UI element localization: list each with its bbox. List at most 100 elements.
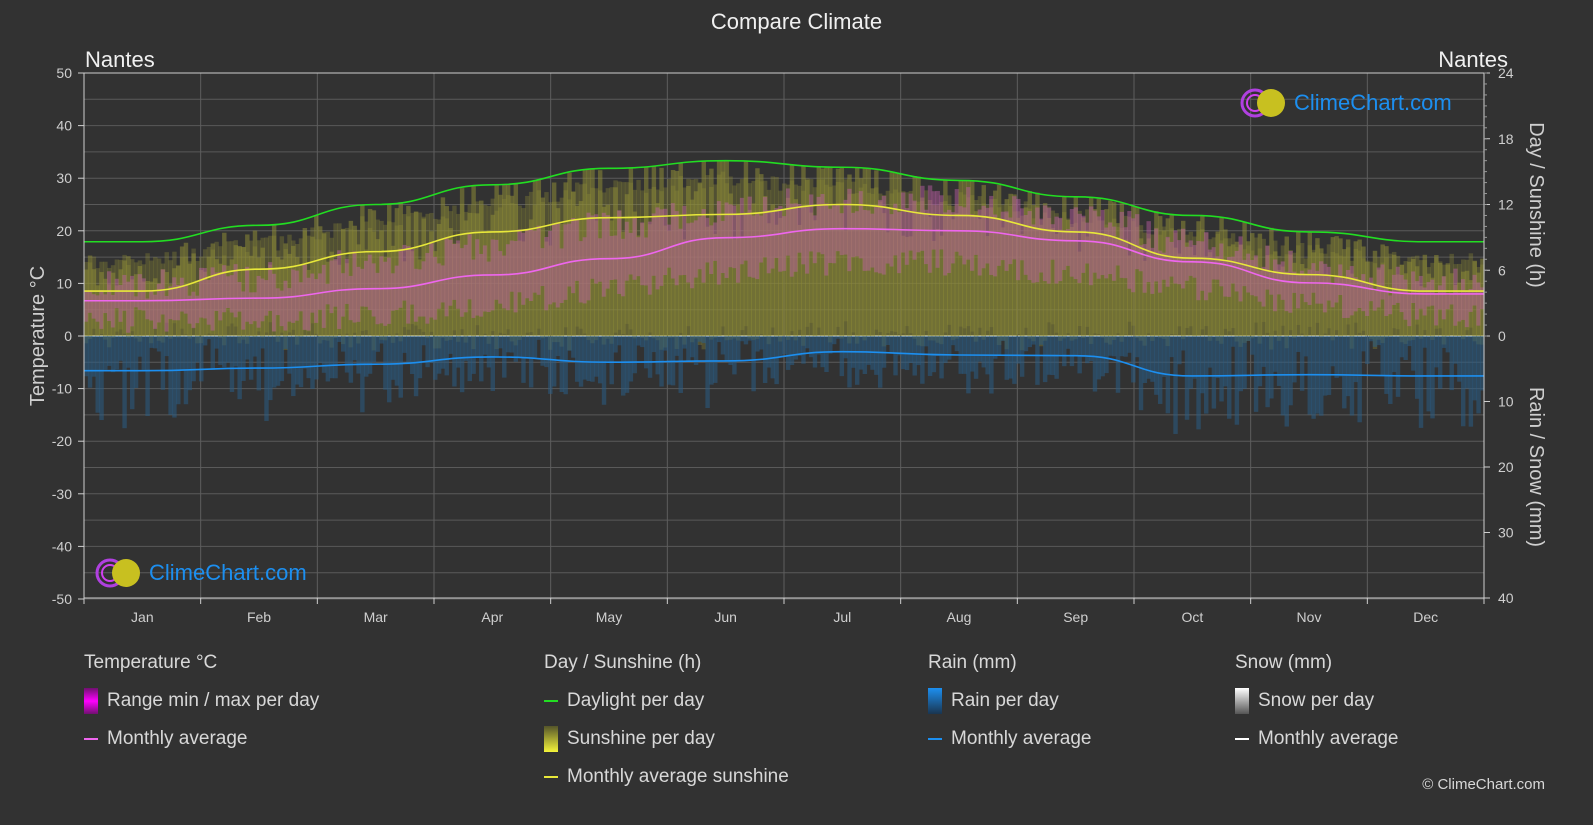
rain-bar (624, 336, 630, 393)
temp-range-bar (202, 268, 208, 319)
rain-bar (651, 336, 657, 353)
logo-bottom-left[interactable]: ClimeChart.com (93, 556, 307, 590)
rain-bar (1207, 336, 1213, 368)
temp-range-bar (1418, 275, 1424, 309)
month-label: Jan (131, 609, 154, 625)
snow-swatch-icon (1235, 688, 1249, 714)
right-axis-label-top: Day / Sunshine (h) (1525, 122, 1547, 288)
right-tick-label-hours: 18 (1498, 131, 1514, 147)
rain-swatch-icon (928, 688, 942, 714)
legend-item[interactable]: Rain per day (928, 688, 1091, 714)
legend-item[interactable]: Monthly average (928, 726, 1091, 752)
rain-bar (103, 336, 108, 370)
rain-bar (486, 336, 492, 368)
temp-range-bar (935, 190, 940, 268)
rain-bar (912, 336, 917, 376)
temp-range-bar (705, 217, 710, 263)
rain-bar (808, 336, 814, 358)
rain-bar (1445, 336, 1451, 353)
temp-range-bar (924, 209, 929, 265)
temp-range-bar (1303, 273, 1309, 303)
temp-range-bar (1204, 232, 1209, 301)
temp-range-bar (191, 291, 196, 329)
rain-bar (187, 336, 192, 391)
temp-range-bar (1476, 282, 1481, 326)
rain-bar (1188, 336, 1194, 389)
legend-item[interactable]: Monthly average sunshine (544, 764, 789, 790)
rain-bar (490, 336, 496, 391)
temp-range-bar (755, 213, 760, 280)
temp-range-bar (540, 248, 545, 287)
temp-range-bar (444, 238, 449, 317)
temp-range-bar (433, 256, 438, 320)
legend-item[interactable]: Snow per day (1235, 688, 1398, 714)
month-label: Sep (1063, 609, 1088, 625)
temp-range-bar (847, 188, 852, 272)
rain-bar (862, 336, 868, 375)
right-axis-label-bottom: Rain / Snow (mm) (1525, 387, 1547, 547)
temp-range-bar (1403, 279, 1408, 320)
temp-range-bar (344, 258, 350, 304)
temp-range-bar (218, 272, 223, 321)
rain-bar (413, 336, 419, 397)
rain-bar (321, 336, 327, 373)
rain-bar (1065, 336, 1071, 349)
temp-range-bar (1338, 264, 1343, 296)
rain-bar (1180, 336, 1186, 351)
temp-range-bar (966, 187, 971, 260)
temp-range-bar (1019, 208, 1025, 261)
temp-range-bar (237, 282, 242, 312)
temp-range-bar (517, 229, 522, 293)
rain-bar (149, 336, 154, 348)
rain-bar (1069, 336, 1075, 367)
rain-bar (475, 336, 480, 357)
temp-range-bar (1253, 255, 1259, 297)
legend-label: Daylight per day (567, 690, 705, 711)
sunshine-bar (1215, 231, 1220, 336)
left-tick-label: -20 (52, 433, 72, 449)
legend-item[interactable]: Range min / max per day (84, 688, 319, 714)
right-tick-label-hours: 6 (1498, 262, 1506, 278)
rain-bar (1388, 336, 1393, 404)
rain-bar (191, 336, 196, 382)
rain-bar (690, 336, 695, 358)
rain-bar (1342, 336, 1347, 409)
line-swatch-icon (1235, 738, 1249, 740)
rain-bar (482, 336, 488, 355)
rain-bar (1261, 336, 1266, 367)
temp-range-bar (1077, 213, 1082, 283)
rain-bar (218, 336, 223, 365)
rain-bar (314, 336, 319, 380)
logo-top-right[interactable]: ClimeChart.com (1238, 86, 1452, 120)
temp-range-bar (690, 222, 695, 289)
temp-range-bar (1196, 241, 1201, 301)
legend-item[interactable]: Daylight per day (544, 688, 789, 714)
temp-range-bar (417, 269, 423, 317)
rain-bar (252, 336, 258, 357)
rain-bar (1457, 336, 1462, 382)
temp-range-bar (321, 264, 327, 328)
rain-bar (1372, 336, 1378, 347)
rain-bar (1441, 336, 1447, 348)
month-label: May (596, 609, 622, 625)
rain-bar (1169, 336, 1174, 358)
temp-range-bar (279, 290, 285, 327)
rain-bar (172, 336, 177, 418)
temp-range-bar (578, 241, 584, 303)
rain-bar (1238, 336, 1243, 392)
temp-range-bar (1457, 292, 1462, 322)
rain-bar (1157, 336, 1163, 404)
temp-range-bar (1108, 222, 1113, 275)
legend-item[interactable]: Monthly average (84, 726, 319, 752)
rain-bar (260, 336, 265, 349)
temp-range-bar (364, 260, 369, 307)
legend-item[interactable]: Monthly average (1235, 726, 1398, 752)
rain-bar (137, 336, 143, 357)
rain-bar (1134, 336, 1140, 358)
temp-range-bar (1361, 274, 1366, 312)
temp-range-bar (1154, 228, 1159, 282)
rain-bar (421, 336, 426, 346)
rain-bar (114, 336, 120, 370)
legend-item[interactable]: Sunshine per day (544, 726, 789, 752)
rain-bar (970, 336, 975, 372)
